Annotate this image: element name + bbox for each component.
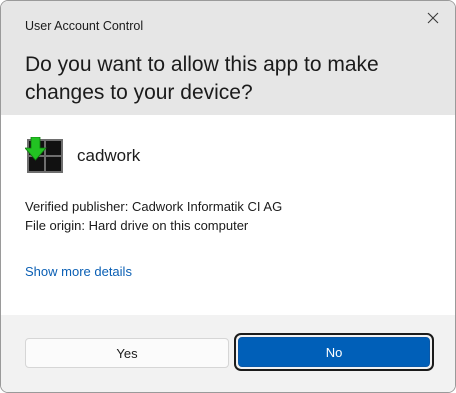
download-arrow-icon xyxy=(25,137,47,161)
window-title: User Account Control xyxy=(25,19,144,33)
app-name: cadwork xyxy=(77,146,141,165)
close-button[interactable] xyxy=(411,1,455,35)
no-button[interactable]: No xyxy=(238,337,430,367)
close-icon xyxy=(427,12,439,24)
file-origin: File origin: Hard drive on this computer xyxy=(25,218,249,233)
verified-publisher: Verified publisher: Cadwork Informatik C… xyxy=(25,199,283,214)
yes-button[interactable]: Yes xyxy=(25,338,229,368)
uac-dialog: User Account Control Do you want to allo… xyxy=(0,0,456,393)
cadwork-app-icon xyxy=(25,137,65,175)
consent-question: Do you want to allow this app to make ch… xyxy=(25,53,379,104)
show-more-details-link[interactable]: Show more details xyxy=(25,264,132,279)
dialog-header: User Account Control Do you want to allo… xyxy=(1,1,455,115)
app-identity: cadwork xyxy=(25,136,140,176)
